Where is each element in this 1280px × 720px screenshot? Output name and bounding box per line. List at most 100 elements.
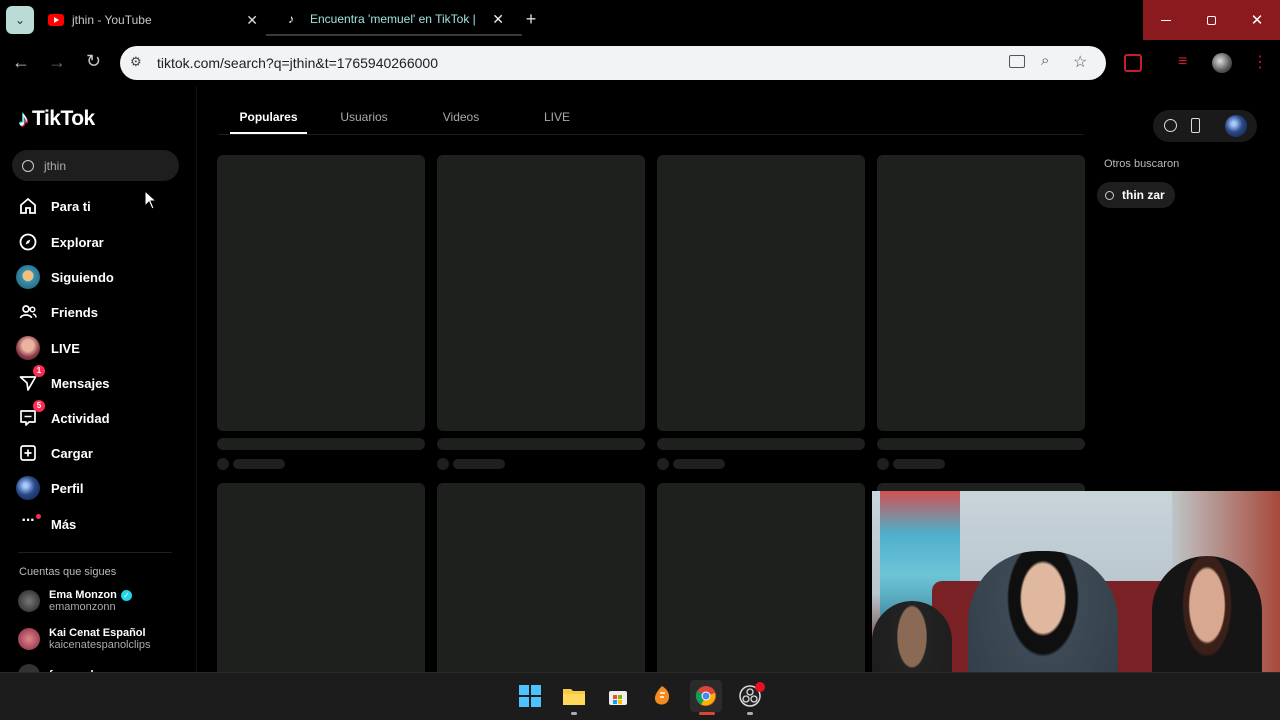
- following-item[interactable]: Kai Cenat Español kaicenatespanolclips: [18, 627, 151, 651]
- tab-usuarios[interactable]: Usuarios: [330, 110, 398, 124]
- profile-avatar-icon[interactable]: [1212, 53, 1232, 73]
- following-handle: kaicenatespanolclips: [49, 639, 151, 651]
- sidebar-divider: [18, 552, 172, 553]
- file-explorer-icon[interactable]: [558, 680, 590, 712]
- search-input[interactable]: jthin: [44, 159, 66, 173]
- taskbar-active-indicator: [699, 712, 715, 715]
- zoom-icon[interactable]: ⌕: [1041, 52, 1049, 69]
- tab-label: Populares: [239, 110, 298, 124]
- browser-tab-tiktok[interactable]: ♪ Encuentra 'memuel' en TikTok | ✕: [266, 4, 522, 36]
- following-item[interactable]: Ema Monzon ✓ emamonzonn: [18, 589, 132, 613]
- back-icon[interactable]: ←: [12, 52, 30, 73]
- media-controls-icon[interactable]: ≡: [1178, 53, 1187, 71]
- nav-label: Perfil: [51, 480, 84, 496]
- search-icon: [1105, 190, 1114, 200]
- bookmark-star-icon[interactable]: ☆: [1073, 52, 1087, 72]
- author-placeholder: [657, 458, 725, 470]
- others-searched-title: Otros buscaron: [1104, 158, 1180, 170]
- close-icon[interactable]: ✕: [246, 12, 258, 29]
- caption-placeholder: [437, 438, 645, 450]
- store-icon[interactable]: [602, 680, 634, 712]
- video-card-placeholder: [657, 483, 865, 672]
- chrome-icon[interactable]: [690, 680, 722, 712]
- tab-videos[interactable]: Videos: [430, 110, 492, 124]
- new-tab-button[interactable]: +: [520, 8, 542, 30]
- nav-explorar[interactable]: Explorar: [16, 226, 104, 258]
- tab-label: Usuarios: [340, 110, 388, 124]
- menu-kebab-icon[interactable]: ⋮: [1252, 52, 1268, 72]
- search-icon: [22, 159, 34, 172]
- nav-friends[interactable]: Friends: [16, 296, 98, 328]
- install-app-icon[interactable]: [1009, 55, 1025, 68]
- nav-live[interactable]: LIVE: [16, 332, 80, 364]
- fl-studio-icon[interactable]: [646, 680, 678, 712]
- youtube-icon: [48, 14, 64, 26]
- upload-plus-icon: [16, 441, 40, 465]
- tab-title: jthin - YouTube: [72, 13, 152, 27]
- avatar: [18, 664, 40, 672]
- restore-icon[interactable]: [1188, 0, 1234, 40]
- nav-label: Siguiendo: [51, 269, 114, 285]
- nav-label: Actividad: [51, 410, 110, 426]
- activity-icon: 5: [16, 400, 45, 430]
- mobile-icon[interactable]: [1191, 118, 1200, 133]
- address-bar[interactable]: ⚙ tiktok.com/search?q=jthin&t=1765940266…: [120, 46, 1106, 80]
- caption-placeholder: [877, 438, 1085, 450]
- nav-siguiendo[interactable]: Siguiendo: [16, 261, 114, 293]
- compass-icon: [16, 230, 40, 254]
- tab-search-button[interactable]: ⌄: [6, 6, 34, 34]
- nav-label: Cargar: [51, 445, 93, 461]
- nav-para-ti[interactable]: Para ti: [16, 190, 91, 222]
- notification-badge: 5: [33, 400, 45, 412]
- tab-label: Videos: [442, 110, 480, 124]
- following-item[interactable]: fomorod: [18, 664, 94, 672]
- video-card-placeholder: [657, 155, 865, 431]
- compass-icon[interactable]: [1164, 119, 1177, 132]
- author-placeholder: [437, 458, 505, 470]
- tabs-divider: [218, 134, 1084, 135]
- friends-icon: [16, 300, 40, 324]
- tab-label: LIVE: [543, 110, 570, 124]
- tab-live[interactable]: LIVE: [530, 110, 584, 124]
- following-handle: emamonzonn: [49, 601, 116, 613]
- header-actions: [1153, 110, 1257, 142]
- following-name: Kai Cenat Español: [49, 627, 146, 639]
- minimize-icon[interactable]: [1143, 0, 1188, 40]
- forward-icon[interactable]: →: [48, 52, 66, 73]
- video-card-placeholder: [877, 155, 1085, 431]
- nav-label: Más: [51, 516, 77, 532]
- send-icon: 1: [16, 365, 45, 395]
- following-name: Ema Monzon: [49, 589, 117, 601]
- verified-icon: ✓: [120, 589, 132, 601]
- nav-perfil[interactable]: Perfil: [16, 472, 84, 504]
- tiktok-logo[interactable]: ♪ TikTok: [18, 106, 95, 132]
- related-search-chip[interactable]: thin zar: [1097, 182, 1175, 208]
- url-text: tiktok.com/search?q=jthin&t=176594026600…: [157, 55, 438, 71]
- window-controls: ✕: [1143, 0, 1280, 40]
- browser-tab-strip: ⌄ jthin - YouTube ✕ ♪ Encuentra 'memuel'…: [0, 0, 1280, 40]
- avatar: [16, 336, 40, 360]
- close-icon[interactable]: ✕: [492, 11, 504, 28]
- site-info-icon[interactable]: ⚙: [130, 54, 142, 70]
- extensions-icon[interactable]: [1124, 54, 1142, 72]
- nav-mensajes[interactable]: 1 Mensajes: [16, 365, 110, 399]
- windows-start-icon[interactable]: [514, 680, 546, 712]
- close-window-icon[interactable]: ✕: [1234, 0, 1280, 40]
- recording-dot-icon: [755, 682, 765, 692]
- avatar: [16, 476, 40, 500]
- caption-placeholder: [657, 438, 865, 450]
- reload-icon[interactable]: ↻: [86, 51, 101, 72]
- search-box[interactable]: jthin: [12, 150, 179, 181]
- browser-tab-youtube[interactable]: jthin - YouTube ✕: [48, 4, 268, 36]
- home-icon: [16, 194, 40, 218]
- tab-populares[interactable]: Populares: [230, 110, 307, 134]
- video-card-placeholder: [437, 155, 645, 431]
- profile-avatar[interactable]: [1225, 115, 1247, 137]
- following-title: Cuentas que sigues: [19, 566, 117, 578]
- nav-cargar[interactable]: Cargar: [16, 437, 93, 469]
- taskbar-indicator: [571, 712, 577, 715]
- nav-label: LIVE: [51, 340, 80, 356]
- tab-title: Encuentra 'memuel' en TikTok |: [310, 12, 476, 26]
- nav-mas[interactable]: ··· Más: [16, 508, 77, 540]
- nav-actividad[interactable]: 5 Actividad: [16, 400, 110, 434]
